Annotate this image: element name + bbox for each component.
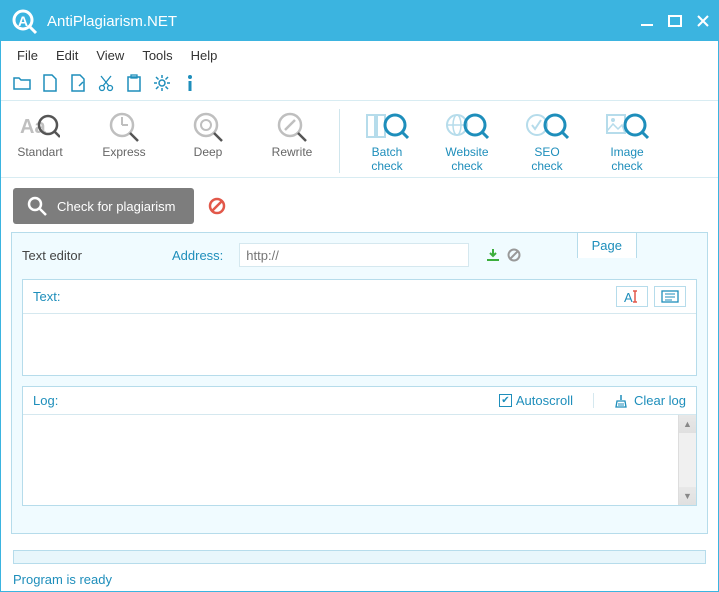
menu-file[interactable]: File	[9, 45, 46, 66]
open-folder-icon[interactable]	[13, 74, 31, 92]
prohibited-icon[interactable]	[208, 197, 226, 215]
toolbar	[1, 70, 718, 101]
clear-log-button[interactable]: Clear log	[593, 393, 686, 408]
log-label: Log:	[33, 393, 499, 408]
check-plagiarism-button[interactable]: Check for plagiarism	[13, 188, 194, 224]
batch-check[interactable]: Batch check	[360, 109, 414, 173]
files-magnifier-icon	[365, 109, 409, 143]
layout-mode-icon[interactable]	[654, 286, 686, 307]
text-editor-label: Text editor	[22, 248, 82, 263]
actionbar: Check for plagiarism	[1, 178, 718, 232]
check-magnifier-icon	[525, 109, 569, 143]
target-magnifier-icon	[190, 109, 226, 143]
svg-text:A: A	[624, 290, 633, 303]
svg-text:A: A	[18, 13, 28, 29]
text-label: Text:	[33, 289, 616, 304]
log-panel: Log: ✔ Autoscroll Clear log ▲ ▼	[22, 386, 697, 506]
text-magnifier-icon: Aa	[20, 109, 60, 143]
prohibited-small-icon[interactable]	[507, 248, 521, 262]
app-title: AntiPlagiarism.NET	[47, 13, 640, 30]
menu-help[interactable]: Help	[183, 45, 226, 66]
pencil-magnifier-icon	[274, 109, 310, 143]
menu-edit[interactable]: Edit	[48, 45, 86, 66]
address-label: Address:	[172, 248, 223, 263]
mode-standart[interactable]: Aa Standart	[13, 109, 67, 173]
statusbar: Program is ready	[1, 544, 718, 591]
content-area: Page Text editor Address: Text: A Log: ✔…	[11, 232, 708, 534]
titlebar: A AntiPlagiarism.NET	[1, 1, 718, 41]
checkmark-icon: ✔	[499, 394, 512, 407]
paste-icon[interactable]	[125, 74, 143, 92]
settings-icon[interactable]	[153, 74, 171, 92]
scroll-up-icon[interactable]: ▲	[679, 415, 696, 433]
ribbon: Aa Standart Express Deep Rewrite Batch c…	[1, 101, 718, 178]
search-icon	[27, 196, 47, 216]
address-input[interactable]	[239, 243, 469, 267]
log-content	[23, 415, 678, 505]
seo-check[interactable]: SEO check	[520, 109, 574, 173]
scroll-down-icon[interactable]: ▼	[679, 487, 696, 505]
progressbar	[13, 550, 706, 564]
new-file-icon[interactable]	[41, 74, 59, 92]
menubar: File Edit View Tools Help	[1, 41, 718, 70]
clock-magnifier-icon	[106, 109, 142, 143]
maximize-button[interactable]	[668, 14, 682, 28]
mode-rewrite[interactable]: Rewrite	[265, 109, 319, 173]
info-icon[interactable]	[181, 74, 199, 92]
autoscroll-checkbox[interactable]: ✔ Autoscroll	[499, 393, 573, 408]
menu-view[interactable]: View	[88, 45, 132, 66]
image-check[interactable]: Image check	[600, 109, 654, 173]
save-file-icon[interactable]	[69, 74, 87, 92]
text-input[interactable]	[23, 314, 696, 372]
font-mode-icon[interactable]: A	[616, 286, 648, 307]
text-panel: Text: A	[22, 279, 697, 376]
mode-express[interactable]: Express	[97, 109, 151, 173]
scrollbar[interactable]: ▲ ▼	[678, 415, 696, 505]
download-icon[interactable]	[485, 247, 501, 263]
app-logo-icon: A	[9, 6, 39, 36]
website-check[interactable]: Website check	[440, 109, 494, 173]
image-magnifier-icon	[605, 109, 649, 143]
cut-icon[interactable]	[97, 74, 115, 92]
app-window: A AntiPlagiarism.NET File Edit View Tool…	[0, 0, 719, 592]
menu-tools[interactable]: Tools	[134, 45, 180, 66]
globe-magnifier-icon	[445, 109, 489, 143]
status-text: Program is ready	[13, 572, 706, 587]
page-tab[interactable]: Page	[577, 232, 637, 258]
broom-icon	[614, 394, 628, 408]
mode-deep[interactable]: Deep	[181, 109, 235, 173]
close-button[interactable]	[696, 14, 710, 28]
minimize-button[interactable]	[640, 14, 654, 28]
